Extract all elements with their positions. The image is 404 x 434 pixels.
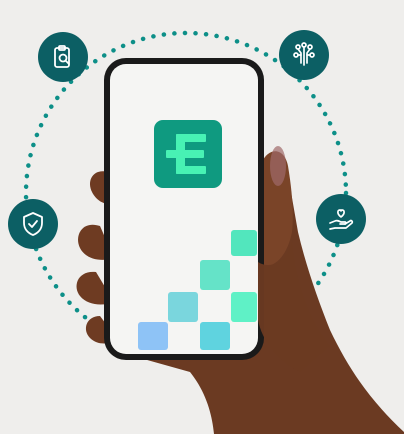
clipboard-search-icon (38, 32, 88, 82)
hand-heart-icon (316, 194, 366, 244)
shield-check-icon (8, 199, 58, 249)
circuit-tree-icon (279, 30, 329, 80)
smartphone (104, 58, 264, 360)
